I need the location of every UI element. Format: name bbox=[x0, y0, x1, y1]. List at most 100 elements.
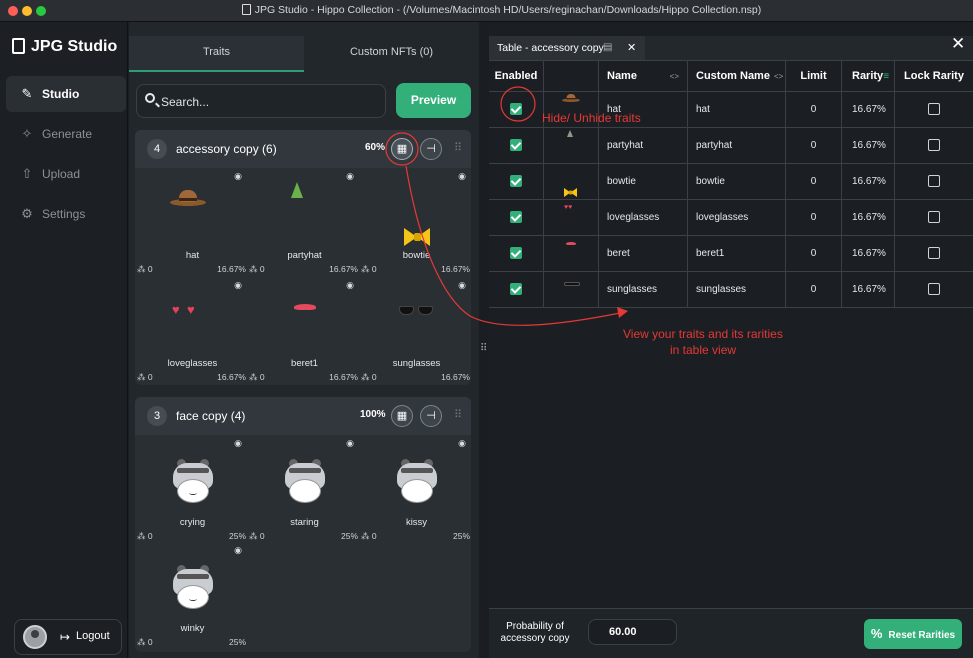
enabled-checkbox[interactable] bbox=[510, 139, 522, 152]
rarity-cell[interactable]: 16.67% bbox=[842, 272, 895, 307]
group-percent: 60% bbox=[365, 142, 386, 153]
grid-icon: ▤ bbox=[603, 42, 613, 53]
custom-name-cell[interactable]: hat bbox=[688, 92, 786, 127]
rarity-cell[interactable]: 16.67% bbox=[842, 92, 895, 127]
limit-cell[interactable]: 0 bbox=[786, 236, 842, 271]
document-icon bbox=[241, 4, 251, 15]
reset-rarities-button[interactable]: % Reset Rarities bbox=[864, 619, 962, 649]
logout-icon: ↦ bbox=[60, 630, 71, 644]
nav-item-upload[interactable]: ⇧ Upload bbox=[6, 156, 126, 192]
eye-icon[interactable] bbox=[346, 438, 354, 449]
tab-traits[interactable]: Traits bbox=[129, 36, 304, 72]
enabled-checkbox[interactable] bbox=[510, 283, 522, 296]
name-cell[interactable]: sunglasses bbox=[599, 272, 688, 307]
eye-icon[interactable] bbox=[458, 438, 466, 449]
window-title: JPG Studio - Hippo Collection - (/Volume… bbox=[0, 4, 973, 16]
lock-rarity-checkbox[interactable] bbox=[928, 139, 940, 152]
grid-icon: ▦ bbox=[396, 143, 408, 155]
tab-custom-nfts[interactable]: Custom NFTs (0) bbox=[304, 36, 479, 72]
eye-icon[interactable] bbox=[458, 280, 466, 291]
traits-panel: Traits Custom NFTs (0) Preview 4 accesso… bbox=[129, 22, 479, 658]
trait-card-sunglasses[interactable]: sunglasses ⁂ 0 16.67% bbox=[359, 278, 474, 385]
name-cell[interactable]: partyhat bbox=[599, 128, 688, 163]
lock-rarity-checkbox[interactable] bbox=[928, 247, 940, 260]
custom-name-cell[interactable]: bowtie bbox=[688, 164, 786, 199]
trait-card-beret1[interactable]: beret1 ⁂ 0 16.67% bbox=[247, 278, 362, 385]
column-header-rarity[interactable]: Rarity≡ bbox=[842, 61, 895, 91]
custom-name-cell[interactable]: partyhat bbox=[688, 128, 786, 163]
lock-cell bbox=[895, 164, 973, 199]
close-tab-icon[interactable]: ✕ bbox=[627, 36, 636, 60]
trait-card-loveglasses[interactable]: ♥♥ loveglasses ⁂ 0 16.67% bbox=[135, 278, 250, 385]
limit-cell[interactable]: 0 bbox=[786, 164, 842, 199]
table-row: ♥♥ loveglasses loveglasses 0 16.67% bbox=[489, 200, 973, 236]
trait-card-crying[interactable]: crying ⁂ 0 25% bbox=[135, 435, 250, 543]
sort-icon[interactable]: <> bbox=[774, 72, 783, 81]
enabled-cell bbox=[489, 92, 544, 127]
enabled-checkbox[interactable] bbox=[510, 175, 522, 188]
enabled-checkbox[interactable] bbox=[510, 247, 522, 260]
lock-rarity-checkbox[interactable] bbox=[928, 103, 940, 116]
tab-table-accessory[interactable]: Table - accessory copy ▤ ✕ bbox=[489, 36, 645, 60]
name-cell[interactable]: loveglasses bbox=[599, 200, 688, 235]
enabled-checkbox[interactable] bbox=[510, 103, 522, 116]
trait-card-hat[interactable]: hat ⁂ 0 16.67% bbox=[135, 168, 250, 278]
column-header-enabled[interactable]: Enabled bbox=[489, 61, 544, 91]
preview-button[interactable]: Preview bbox=[396, 83, 471, 118]
column-header-name[interactable]: Name <> bbox=[599, 61, 688, 91]
drag-handle-icon[interactable]: ⠿ bbox=[454, 408, 462, 421]
limit-cell[interactable]: 0 bbox=[786, 272, 842, 307]
trait-card-kissy[interactable]: kissy ⁂ 0 25% bbox=[359, 435, 474, 543]
sort-icon[interactable]: <> bbox=[670, 61, 679, 92]
column-header-limit[interactable]: Limit bbox=[786, 61, 842, 91]
eye-icon[interactable] bbox=[346, 171, 354, 182]
limit-cell[interactable]: 0 bbox=[786, 200, 842, 235]
panel-resize-handle[interactable]: ⠿ bbox=[480, 343, 487, 354]
lock-rarity-checkbox[interactable] bbox=[928, 175, 940, 188]
limit-cell[interactable]: 0 bbox=[786, 92, 842, 127]
nav-item-studio[interactable]: ✎ Studio bbox=[6, 76, 126, 112]
custom-name-cell[interactable]: sunglasses bbox=[688, 272, 786, 307]
eye-icon[interactable] bbox=[234, 171, 242, 182]
loveglasses-image: ♥ ♥ bbox=[172, 302, 195, 317]
rarity-cell[interactable]: 16.67% bbox=[842, 128, 895, 163]
eye-icon[interactable] bbox=[234, 545, 242, 556]
name-cell[interactable]: bowtie bbox=[599, 164, 688, 199]
probability-input[interactable]: 60.00 bbox=[588, 619, 677, 645]
trait-rarity: 25% bbox=[228, 637, 246, 647]
table-view-button[interactable]: ▦ bbox=[391, 405, 413, 427]
custom-name-cell[interactable]: beret1 bbox=[688, 236, 786, 271]
eye-icon[interactable] bbox=[234, 280, 242, 291]
name-cell[interactable]: beret bbox=[599, 236, 688, 271]
trait-card-partyhat[interactable]: partyhat ⁂ 0 16.67% bbox=[247, 168, 362, 278]
nav-item-settings[interactable]: ⚙ Settings bbox=[6, 196, 126, 232]
trait-card-bowtie[interactable]: bowtie ⁂ 0 16.67% bbox=[359, 168, 474, 278]
rarity-cell[interactable]: 16.67% bbox=[842, 164, 895, 199]
logout-button[interactable]: ↦ Logout bbox=[14, 619, 122, 655]
rarity-cell[interactable]: 16.67% bbox=[842, 236, 895, 271]
search-input[interactable] bbox=[161, 93, 361, 111]
tree-view-button[interactable]: ⊣ bbox=[420, 405, 442, 427]
lock-rarity-checkbox[interactable] bbox=[928, 283, 940, 296]
trait-card-winky[interactable]: winky ⁂ 0 25% bbox=[135, 543, 250, 652]
rarity-cell[interactable]: 16.67% bbox=[842, 200, 895, 235]
table-view-button[interactable]: ▦ bbox=[391, 138, 413, 160]
lock-rarity-checkbox[interactable] bbox=[928, 211, 940, 224]
tree-view-button[interactable]: ⊣ bbox=[420, 138, 442, 160]
custom-name-cell[interactable]: loveglasses bbox=[688, 200, 786, 235]
trait-count: ⁂ 0 bbox=[137, 637, 153, 647]
equalize-icon[interactable]: ≡ bbox=[883, 71, 889, 82]
eye-icon[interactable] bbox=[234, 438, 242, 449]
column-header-lock-rarity[interactable]: Lock Rarity bbox=[895, 61, 973, 91]
enabled-checkbox[interactable] bbox=[510, 211, 522, 224]
eye-icon[interactable] bbox=[346, 280, 354, 291]
close-panel-icon[interactable]: ✕ bbox=[951, 34, 965, 54]
column-header-custom-name[interactable]: Custom Name <> bbox=[688, 61, 786, 91]
lock-cell bbox=[895, 200, 973, 235]
limit-cell[interactable]: 0 bbox=[786, 128, 842, 163]
trait-card-staring[interactable]: staring ⁂ 0 25% bbox=[247, 435, 362, 543]
drag-handle-icon[interactable]: ⠿ bbox=[454, 141, 462, 154]
nav-item-generate[interactable]: ✧ Generate bbox=[6, 116, 126, 152]
eye-icon[interactable] bbox=[458, 171, 466, 182]
lock-cell bbox=[895, 128, 973, 163]
